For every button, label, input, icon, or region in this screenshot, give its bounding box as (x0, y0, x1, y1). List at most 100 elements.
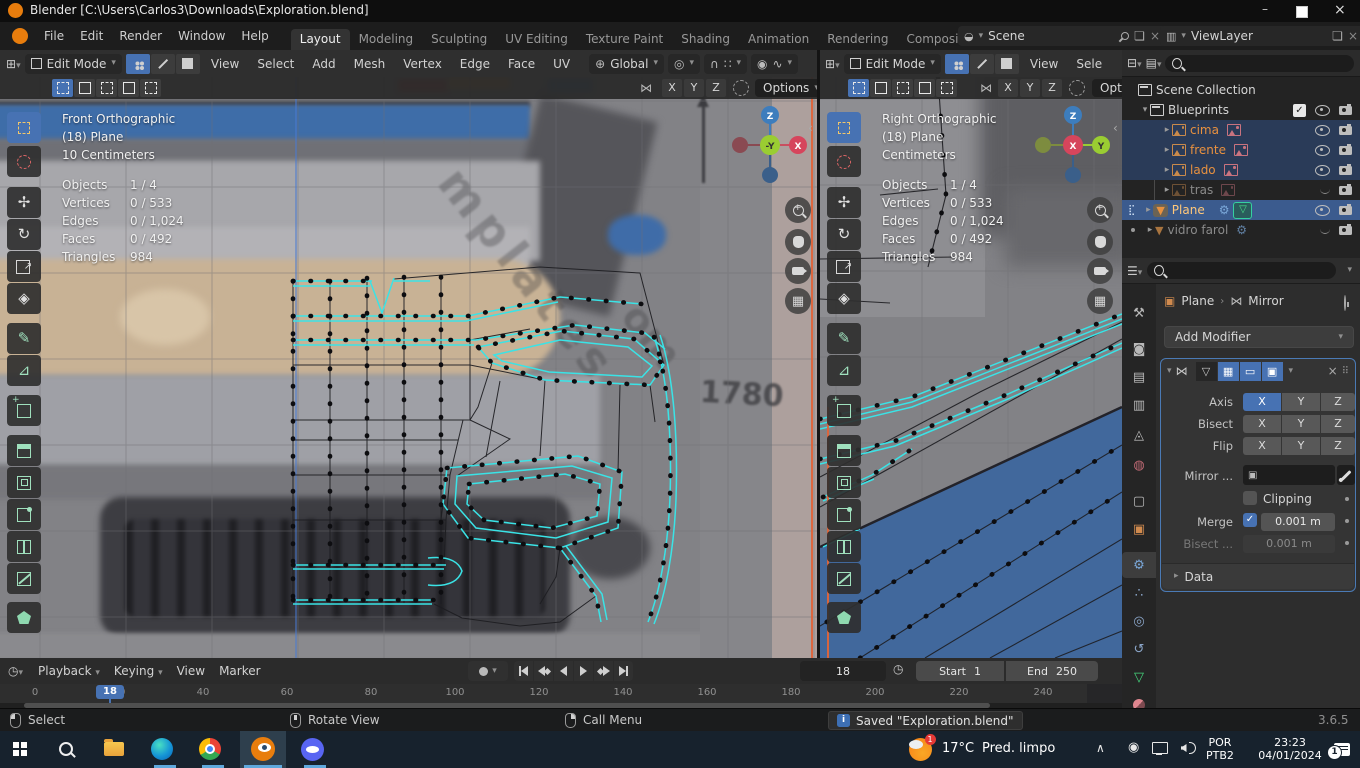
tab-modifiers[interactable]: ⚙ (1122, 552, 1156, 578)
bisect-x-button[interactable]: X (1243, 415, 1281, 433)
tool-poly-build[interactable] (827, 602, 861, 633)
eye-icon[interactable] (1315, 205, 1330, 216)
mirror-object-field[interactable]: ▣ (1243, 465, 1335, 485)
data-subpanel-header[interactable]: ▸Data (1162, 563, 1354, 589)
tool-measure[interactable]: ⊿ (7, 355, 41, 386)
menu-mesh[interactable]: Mesh (347, 57, 393, 71)
camera-visibility-icon[interactable] (1339, 206, 1352, 215)
pan-hand-button[interactable] (1087, 229, 1113, 255)
chrome-icon[interactable] (198, 737, 222, 761)
sidebar-toggle-arrow[interactable]: ‹ (1113, 121, 1118, 135)
select-mode-set-button[interactable] (52, 79, 73, 97)
eye-icon[interactable] (1315, 145, 1330, 156)
tab-world[interactable]: ◍ (1122, 452, 1156, 478)
drag-handle-icon[interactable]: ⠿ (1342, 366, 1349, 377)
edge-select-mode-button[interactable] (970, 54, 994, 74)
outliner-row-blueprints[interactable]: ▾ Blueprints ✓ (1122, 100, 1360, 120)
collection-checkbox[interactable]: ✓ (1293, 104, 1306, 117)
tab-object[interactable]: ▣ (1122, 516, 1156, 542)
expand-icon[interactable]: ▸ (1145, 225, 1155, 235)
pivot-point-dropdown[interactable]: ◎▾ (668, 54, 700, 74)
axis-gizmo[interactable]: Z Y X (1031, 103, 1115, 187)
end-frame-field[interactable]: End250 (1006, 661, 1098, 681)
tool-rotate[interactable]: ↻ (7, 219, 41, 250)
workspace-tab-rendering[interactable]: Rendering (818, 29, 897, 50)
auto-keying-button[interactable]: ▾ (468, 661, 508, 681)
new-viewlayer-icon[interactable]: ❏ (1332, 29, 1343, 43)
toggle-render-button[interactable]: ▣ (1262, 362, 1283, 381)
outliner-row-plane[interactable]: ⣏ ▸ ▼ Plane ⚙ ▽ (1122, 200, 1360, 220)
select-mode-extend-button[interactable] (870, 79, 891, 97)
minimize-button[interactable]: – (1262, 2, 1268, 16)
unlink-scene-icon[interactable]: × (1150, 29, 1160, 43)
tool-add-cube[interactable]: + (827, 395, 861, 426)
viewlayer-selector[interactable]: ▥▾ ViewLayer ❏ × (1160, 26, 1360, 46)
zoom-button[interactable] (785, 197, 811, 223)
animate-dot[interactable] (1345, 541, 1349, 545)
mode-selector[interactable]: Edit Mode▾ (25, 54, 122, 74)
tool-loop-cut[interactable] (7, 531, 41, 562)
menu-select[interactable]: Sele (1069, 57, 1109, 71)
discord-icon[interactable] (300, 737, 324, 761)
select-mode-intersect-button[interactable] (140, 79, 161, 97)
pan-hand-button[interactable] (785, 229, 811, 255)
pin-id-icon[interactable] (1344, 295, 1346, 311)
tool-knife[interactable] (7, 563, 41, 594)
menu-window[interactable]: Window (170, 22, 233, 50)
eye-icon[interactable] (1315, 125, 1330, 136)
tool-loop-cut[interactable] (827, 531, 861, 562)
viewport-front[interactable]: mplates om 1780 (0, 77, 817, 658)
proportional-snap-icon[interactable] (733, 80, 749, 96)
tray-expand-chevron[interactable]: ∧ (1096, 741, 1105, 755)
play-reverse-button[interactable] (554, 661, 573, 681)
tool-annotate[interactable]: ✎ (7, 323, 41, 354)
menu-timeline-view[interactable]: View (170, 664, 212, 678)
properties-options-icon[interactable]: ▾ (1347, 266, 1352, 275)
clock[interactable]: 23:2304/01/2024 (1252, 736, 1328, 762)
outliner-row-scene-collection[interactable]: Scene Collection (1122, 80, 1360, 100)
expand-icon[interactable]: ▸ (1162, 125, 1172, 135)
expand-icon[interactable]: ▸ (1162, 165, 1172, 175)
sidebar-toggle-arrow[interactable]: ‹ (808, 121, 813, 135)
tool-cursor[interactable] (827, 146, 861, 177)
tool-knife[interactable] (827, 563, 861, 594)
tool-transform[interactable]: ◈ (7, 283, 41, 314)
modifier-wrench-icon[interactable]: ⚙ (1236, 224, 1247, 236)
flip-z-button[interactable]: Z (1321, 437, 1355, 455)
camera-visibility-icon[interactable] (1339, 146, 1352, 155)
select-mode-difference-button[interactable] (118, 79, 139, 97)
outliner-row-cima[interactable]: ▸ cima (1122, 120, 1360, 140)
menu-vertex[interactable]: Vertex (396, 57, 449, 71)
menu-view[interactable]: View (204, 57, 246, 71)
editor-type-icon[interactable]: ⊞▾ (825, 57, 840, 71)
menu-help[interactable]: Help (233, 22, 276, 50)
bisect-y-button[interactable]: Y (1282, 415, 1320, 433)
workspace-tab-uv-editing[interactable]: UV Editing (496, 29, 577, 50)
menu-select[interactable]: Select (250, 57, 301, 71)
scene-selector[interactable]: ◒▾ Scene ❏ × (958, 26, 1166, 46)
add-modifier-button[interactable]: Add Modifier▾ (1164, 326, 1354, 348)
grid-toggle-button[interactable]: ▦ (1087, 288, 1113, 314)
mirror-y-button[interactable]: Y (1020, 79, 1040, 97)
mirror-z-button[interactable]: Z (706, 79, 726, 97)
close-button[interactable]: × (1334, 2, 1346, 18)
jump-to-start-button[interactable] (514, 661, 533, 681)
menu-keying[interactable]: Keying ▾ (107, 664, 170, 678)
taskbar-search-button[interactable] (54, 737, 78, 761)
axis-gizmo[interactable]: Z X -Y (728, 103, 812, 187)
jump-to-end-button[interactable] (614, 661, 633, 681)
play-button[interactable] (574, 661, 593, 681)
tool-bevel[interactable] (7, 499, 41, 530)
vertex-select-mode-button[interactable] (126, 54, 150, 74)
outliner-row-frente[interactable]: ▸ frente (1122, 140, 1360, 160)
animate-dot[interactable] (1345, 519, 1349, 523)
select-mode-extend-button[interactable] (74, 79, 95, 97)
collapse-icon[interactable]: ▾ (1167, 367, 1172, 376)
menu-edit[interactable]: Edit (72, 22, 111, 50)
tab-scene[interactable]: ◬ (1122, 422, 1156, 448)
eyedropper-button[interactable] (1337, 465, 1355, 485)
toggle-realtime-button[interactable]: ▭ (1240, 362, 1261, 381)
flip-y-button[interactable]: Y (1282, 437, 1320, 455)
camera-visibility-icon[interactable] (1339, 186, 1352, 195)
select-mode-difference-button[interactable] (914, 79, 935, 97)
